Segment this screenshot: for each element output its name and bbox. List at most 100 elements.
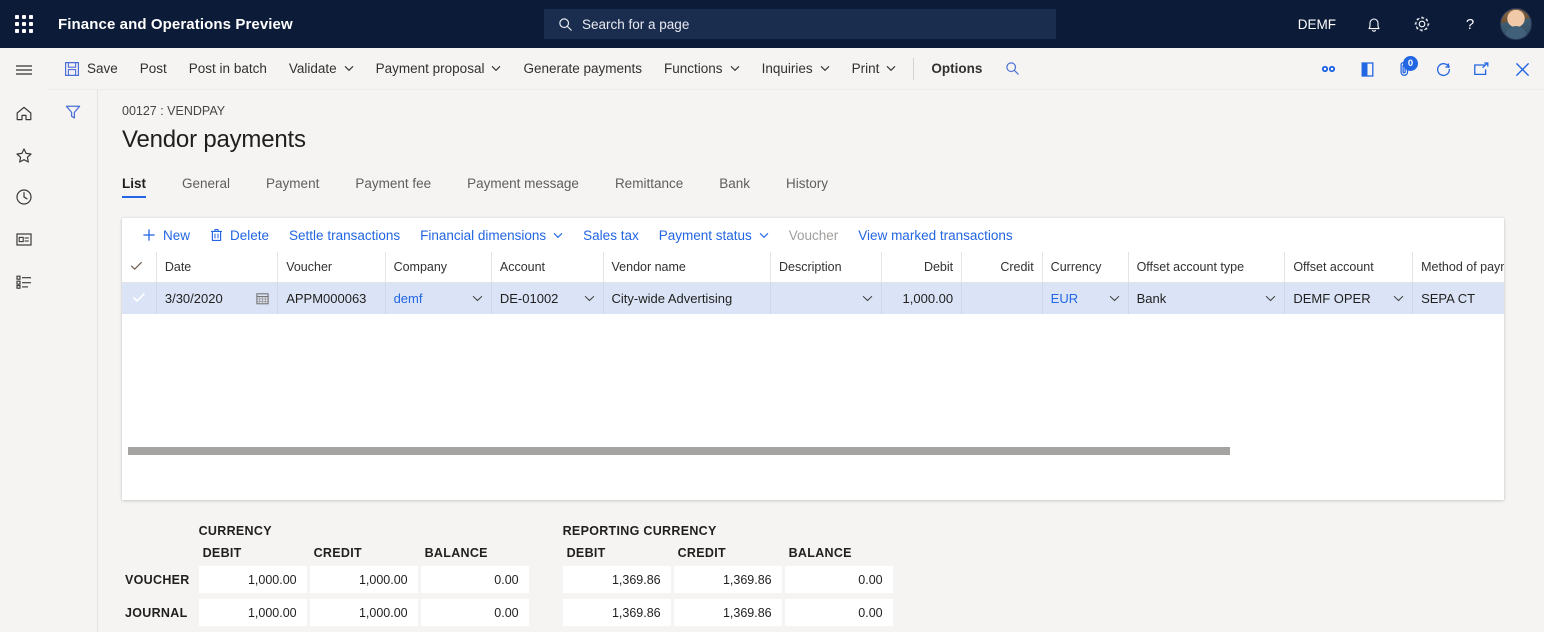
journal-row-label: JOURNAL [125, 599, 196, 626]
print-menu[interactable]: Print [841, 48, 908, 90]
voucher-currency-balance: 0.00 [421, 566, 529, 593]
cell-offset-account[interactable]: DEMF OPER [1285, 282, 1413, 314]
column-header-date[interactable]: Date [156, 252, 277, 282]
column-header-currency[interactable]: Currency [1042, 252, 1128, 282]
attachments-button[interactable]: 0 [1386, 48, 1424, 90]
generate-payments-button[interactable]: Generate payments [512, 48, 653, 90]
tab-payment[interactable]: Payment [266, 176, 319, 198]
tab-list[interactable]: List [122, 176, 146, 198]
cell-company-value: demf [394, 291, 423, 306]
tab-remittance[interactable]: Remittance [615, 176, 683, 198]
bell-icon [1365, 15, 1383, 34]
tab-payment-fee[interactable]: Payment fee [355, 176, 431, 198]
settings-button[interactable] [1398, 0, 1446, 48]
column-header-debit[interactable]: Debit [881, 252, 962, 282]
table-row[interactable]: 3/30/2020 APPM000063 [122, 282, 1504, 314]
new-button[interactable]: New [132, 218, 200, 252]
notifications-button[interactable] [1350, 0, 1398, 48]
sidebar-item-recent[interactable] [0, 176, 48, 218]
save-button[interactable]: Save [48, 48, 129, 90]
settle-transactions-label: Settle transactions [289, 228, 400, 243]
chevron-down-icon [553, 232, 563, 239]
cell-currency-value: EUR [1051, 291, 1078, 306]
app-launcher-button[interactable] [0, 0, 48, 48]
cell-company[interactable]: demf [385, 282, 491, 314]
chevron-down-icon[interactable] [584, 295, 595, 302]
data-grid: Date Voucher Company Account Vendor name… [122, 252, 1504, 462]
cell-currency[interactable]: EUR [1042, 282, 1128, 314]
sidebar-item-workspaces[interactable] [0, 218, 48, 260]
workspace-icon [14, 231, 34, 248]
calendar-icon[interactable] [256, 292, 269, 305]
sales-tax-button[interactable]: Sales tax [573, 218, 649, 252]
settle-transactions-button[interactable]: Settle transactions [279, 218, 410, 252]
tab-general[interactable]: General [182, 176, 230, 198]
column-header-vendor-name[interactable]: Vendor name [603, 252, 771, 282]
close-icon [1514, 61, 1531, 78]
functions-menu[interactable]: Functions [653, 48, 751, 90]
column-header-offset-account-type[interactable]: Offset account type [1128, 252, 1285, 282]
row-select-checkbox[interactable] [122, 282, 156, 314]
sidebar-item-favorites[interactable] [0, 134, 48, 176]
chevron-down-icon[interactable] [1393, 295, 1404, 302]
open-in-new-window-button[interactable] [1348, 48, 1386, 90]
personalize-button[interactable] [1310, 48, 1348, 90]
cell-account[interactable]: DE-01002 [491, 282, 603, 314]
chevron-down-icon[interactable] [1265, 295, 1276, 302]
global-search-input[interactable]: Search for a page [544, 9, 1056, 39]
column-header-description[interactable]: Description [771, 252, 882, 282]
cell-date[interactable]: 3/30/2020 [156, 282, 277, 314]
inquiries-menu[interactable]: Inquiries [751, 48, 841, 90]
cell-credit[interactable] [962, 282, 1043, 314]
payment-status-menu[interactable]: Payment status [649, 218, 779, 252]
voucher-currency-debit: 1,000.00 [199, 566, 307, 593]
view-marked-transactions-button[interactable]: View marked transactions [848, 218, 1022, 252]
column-header-voucher[interactable]: Voucher [278, 252, 385, 282]
cell-offset-account-type[interactable]: Bank [1128, 282, 1285, 314]
column-header-offset-account[interactable]: Offset account [1285, 252, 1413, 282]
print-label: Print [852, 61, 880, 76]
post-in-batch-button[interactable]: Post in batch [178, 48, 278, 90]
financial-dimensions-menu[interactable]: Financial dimensions [410, 218, 573, 252]
cell-description[interactable] [771, 282, 882, 314]
personalize-icon [1319, 62, 1339, 76]
hamburger-icon [14, 62, 34, 78]
column-header-method-of-payment[interactable]: Method of payment [1413, 252, 1504, 282]
delete-button[interactable]: Delete [200, 218, 279, 252]
payment-proposal-menu[interactable]: Payment proposal [365, 48, 513, 90]
column-header-credit[interactable]: Credit [962, 252, 1043, 282]
cell-method-of-payment[interactable]: SEPA CT [1413, 282, 1504, 314]
tab-bank[interactable]: Bank [719, 176, 750, 198]
sidebar-item-home[interactable] [0, 92, 48, 134]
chevron-down-icon[interactable] [472, 295, 483, 302]
company-selector[interactable]: DEMF [1284, 17, 1350, 32]
command-search-button[interactable] [993, 48, 1031, 90]
tab-payment-message[interactable]: Payment message [467, 176, 579, 198]
tab-history[interactable]: History [786, 176, 828, 198]
help-button[interactable]: ? [1446, 0, 1494, 48]
sidebar-item-modules[interactable] [0, 260, 48, 302]
popout-button[interactable] [1462, 48, 1500, 90]
functions-label: Functions [664, 61, 723, 76]
grid-horizontal-scrollbar[interactable] [122, 440, 1504, 462]
command-bar: Save Post Post in batch Validate Payment… [48, 48, 1544, 90]
validate-menu[interactable]: Validate [278, 48, 365, 90]
post-button[interactable]: Post [129, 48, 178, 90]
select-all-header[interactable] [122, 252, 156, 282]
user-avatar[interactable] [1500, 8, 1532, 40]
options-button[interactable]: Options [920, 48, 993, 90]
chevron-down-icon[interactable] [862, 295, 873, 302]
grid-horizontal-scrollbar-thumb[interactable] [128, 447, 1230, 455]
refresh-button[interactable] [1424, 48, 1462, 90]
column-header-account[interactable]: Account [491, 252, 603, 282]
cell-debit[interactable]: 1,000.00 [881, 282, 962, 314]
filter-button[interactable] [48, 102, 98, 122]
table-header-row: Date Voucher Company Account Vendor name… [122, 252, 1504, 282]
sidebar-item-hamburger-menu[interactable] [0, 48, 48, 92]
column-header-company[interactable]: Company [385, 252, 491, 282]
cell-vendor-name[interactable]: City-wide Advertising [603, 282, 771, 314]
chevron-down-icon[interactable] [1109, 295, 1120, 302]
close-button[interactable] [1500, 48, 1544, 90]
cell-voucher[interactable]: APPM000063 [278, 282, 385, 314]
totals-column-header-row: DEBIT CREDIT BALANCE DEBIT CREDIT BALANC… [125, 546, 893, 560]
